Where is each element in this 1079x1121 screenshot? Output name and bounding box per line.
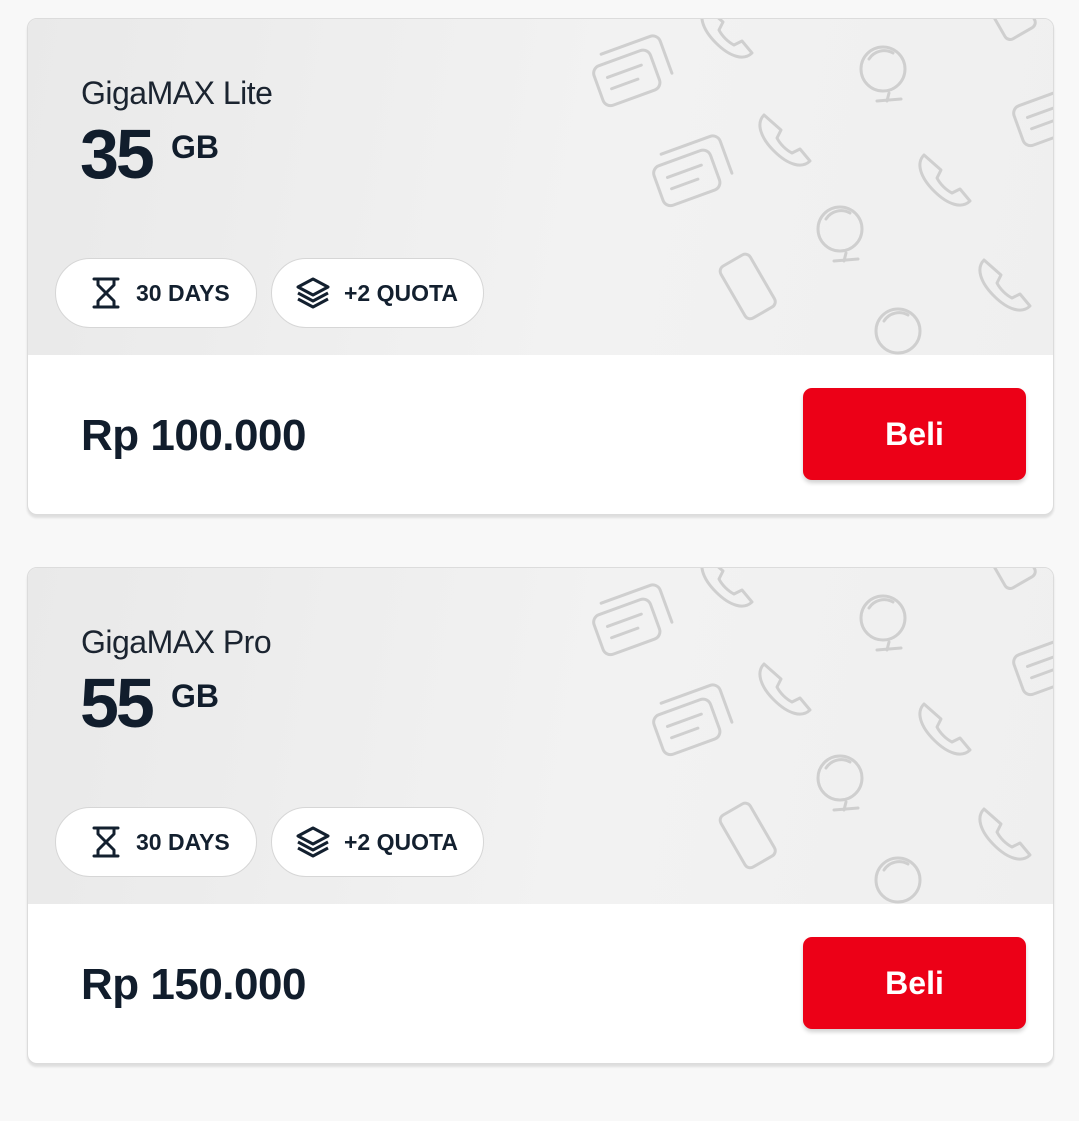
package-card: GigaMAX Lite 35 GB 30 DAYS +2 QUOTA Rp 1… xyxy=(27,18,1054,515)
globe-icon xyxy=(816,205,864,263)
chat-icon xyxy=(652,683,734,757)
phone-icon xyxy=(700,568,754,608)
chat-icon xyxy=(1012,88,1053,148)
quota-amount-group: 35 GB xyxy=(80,119,219,189)
duration-label: 30 DAYS xyxy=(136,828,230,855)
phone-icon xyxy=(758,113,812,167)
phone-icon xyxy=(918,153,972,207)
package-price: Rp 100.000 xyxy=(81,411,306,460)
bonus-label: +2 QUOTA xyxy=(344,828,458,855)
smartphone-icon xyxy=(718,801,777,870)
buy-button[interactable]: Beli xyxy=(803,388,1026,480)
globe-icon xyxy=(874,856,922,904)
hourglass-icon xyxy=(92,826,120,858)
phone-icon xyxy=(700,19,754,59)
package-price: Rp 150.000 xyxy=(81,960,306,1009)
package-name: GigaMAX Pro xyxy=(81,624,272,660)
globe-icon xyxy=(859,45,907,103)
hourglass-icon xyxy=(92,277,120,309)
chat-icon xyxy=(652,134,734,208)
bonus-label: +2 QUOTA xyxy=(344,279,458,306)
buy-button[interactable]: Beli xyxy=(803,937,1026,1029)
smartphone-icon xyxy=(988,19,1037,41)
chat-icon xyxy=(1012,637,1053,697)
quota-unit: GB xyxy=(171,129,219,165)
package-name: GigaMAX Lite xyxy=(81,75,273,111)
bonus-quota-chip: +2 QUOTA xyxy=(271,258,484,328)
chat-icon xyxy=(592,583,674,657)
package-card-header: GigaMAX Lite 35 GB 30 DAYS +2 QUOTA xyxy=(28,19,1053,355)
package-card-header: GigaMAX Pro 55 GB 30 DAYS +2 QUOTA xyxy=(28,568,1053,904)
smartphone-icon xyxy=(988,568,1037,590)
chat-icon xyxy=(592,34,674,108)
package-card: GigaMAX Pro 55 GB 30 DAYS +2 QUOTA Rp 15… xyxy=(27,567,1054,1064)
quota-amount-group: 55 GB xyxy=(80,668,219,738)
duration-chip: 30 DAYS xyxy=(55,258,257,328)
phone-icon xyxy=(978,807,1032,861)
globe-icon xyxy=(816,754,864,812)
layers-icon xyxy=(296,826,330,858)
globe-icon xyxy=(874,307,922,355)
quota-amount: 35 xyxy=(80,115,155,193)
globe-icon xyxy=(859,594,907,652)
layers-icon xyxy=(296,277,330,309)
quota-unit: GB xyxy=(171,678,219,714)
smartphone-icon xyxy=(718,252,777,321)
quota-amount: 55 xyxy=(80,664,155,742)
phone-icon xyxy=(918,702,972,756)
duration-chip: 30 DAYS xyxy=(55,807,257,877)
phone-icon xyxy=(758,662,812,716)
duration-label: 30 DAYS xyxy=(136,279,230,306)
phone-icon xyxy=(978,258,1032,312)
bonus-quota-chip: +2 QUOTA xyxy=(271,807,484,877)
